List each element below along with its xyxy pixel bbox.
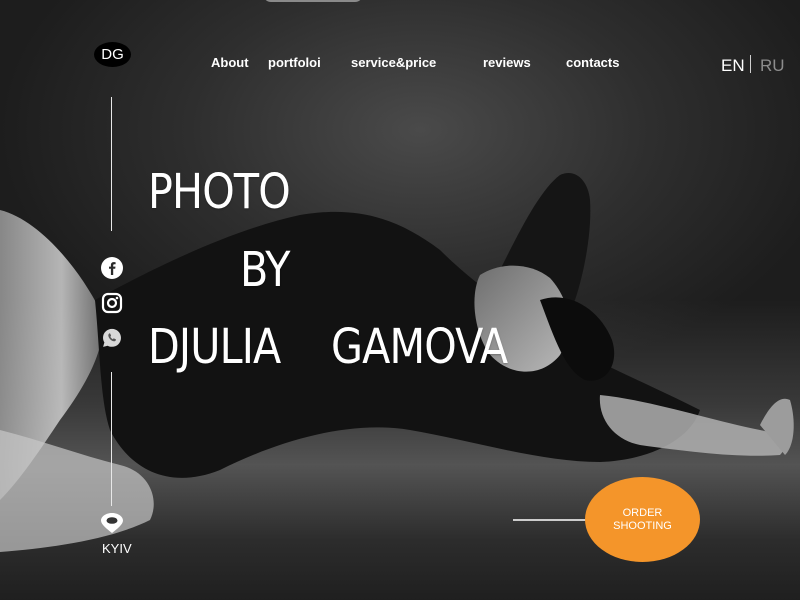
lang-divider (750, 55, 751, 73)
top-tab-decoration (263, 0, 363, 2)
hero-title-first-name: DJULIA (148, 319, 281, 375)
landing-page: DG About portfoloi service&price reviews… (0, 0, 800, 600)
order-button-line2: SHOOTING (613, 519, 672, 532)
nav-contacts[interactable]: contacts (566, 55, 619, 70)
nav-portfolio[interactable]: portfoloi (268, 55, 321, 70)
order-shooting-button[interactable]: ORDER SHOOTING (585, 477, 700, 562)
instagram-icon[interactable] (101, 292, 123, 314)
main-nav: About portfoloi service&price reviews co… (0, 55, 800, 71)
nav-about[interactable]: About (211, 55, 249, 70)
side-rule-bottom (111, 372, 112, 506)
lang-en[interactable]: EN (721, 56, 745, 76)
order-button-line1: ORDER (622, 506, 663, 519)
lang-ru[interactable]: RU (760, 56, 785, 76)
nav-service-price[interactable]: service&price (351, 55, 436, 70)
whatsapp-icon[interactable] (101, 327, 123, 349)
hero-title-last-name: GAMOVA (331, 319, 508, 375)
facebook-icon[interactable] (101, 257, 123, 279)
hero-title-line2: BY (240, 242, 290, 298)
location-pin-icon (99, 512, 125, 534)
side-rule-top (111, 97, 112, 231)
hero-title-line1: PHOTO (148, 164, 291, 220)
city-label: KYIV (102, 541, 132, 556)
nav-reviews[interactable]: reviews (483, 55, 531, 70)
